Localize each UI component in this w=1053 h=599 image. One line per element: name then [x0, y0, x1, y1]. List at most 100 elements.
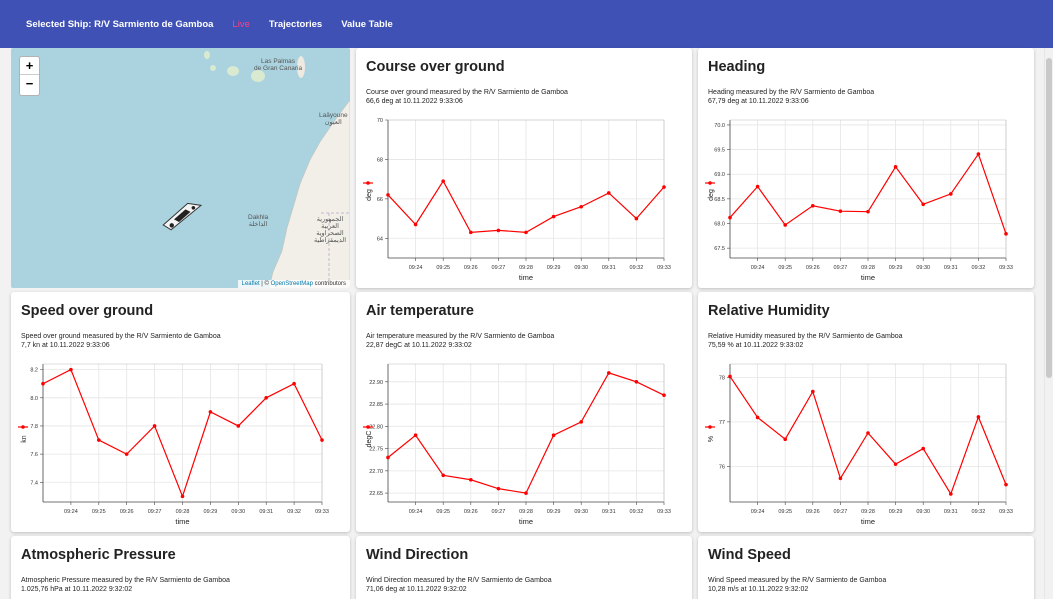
x-tick-label: 09:26	[464, 509, 478, 515]
data-point	[976, 415, 981, 419]
data-point	[441, 473, 445, 478]
x-tick-label: 09:24	[751, 509, 765, 515]
island-gomera	[210, 65, 216, 71]
data-point	[469, 230, 473, 235]
y-tick-label: 22.90	[369, 380, 383, 386]
chart-heading: 09:24 09:25 09:26 09:27 09:28 09:29 09:30 09:31…	[705, 119, 1013, 282]
data-point	[662, 393, 666, 397]
zoom-in-button[interactable]: +	[20, 57, 39, 75]
chart-speed-over-ground: 09:24 09:25 09:26 09:27 09:28 09:29 09:30 09:31…	[18, 363, 329, 526]
y-tick-label: 69.5	[714, 148, 725, 154]
y-axis-label: deg	[366, 189, 373, 201]
x-tick-label: 09:25	[436, 265, 450, 271]
nav-trajectories[interactable]: Trajectories	[269, 19, 322, 30]
data-point	[152, 424, 157, 428]
scrollbar-thumb[interactable]	[1046, 58, 1052, 378]
ship-map[interactable]: Las Palmas de Gran Canaria Laâyoune العيون…	[11, 48, 350, 288]
y-tick-label: 66	[377, 197, 383, 203]
x-tick-label: 09:28	[519, 509, 533, 515]
x-tick-label: 09:24	[409, 265, 423, 271]
y-tick-label: 22.70	[369, 469, 383, 475]
data-point	[292, 381, 296, 386]
data-point	[838, 476, 843, 481]
card-description: Wind Speed measured by the R/V Sarmiento…	[708, 577, 887, 593]
island-tenerife	[227, 66, 239, 76]
x-tick-label: 09:30	[916, 265, 930, 271]
y-tick-label: 7.4	[30, 480, 38, 486]
x-tick-label: 09:29	[889, 265, 903, 271]
x-tick-label: 09:30	[916, 509, 930, 515]
leaflet-link[interactable]: Leaflet	[242, 281, 260, 287]
y-tick-label: 77	[719, 420, 725, 426]
card-wind-direction: Wind Direction Wind Direction measured b…	[356, 536, 692, 599]
x-tick-label: 09:33	[657, 509, 671, 515]
x-tick-label: 09:31	[944, 265, 958, 271]
data-point	[811, 203, 815, 208]
data-point	[180, 494, 185, 499]
x-tick-label: 09:32	[287, 509, 301, 515]
card-heading: Heading Heading measured by the R/V Sarm…	[698, 48, 1034, 288]
osm-link[interactable]: OpenStreetMap	[271, 281, 313, 287]
nav-live[interactable]: Live	[232, 19, 249, 30]
x-tick-label: 09:28	[519, 265, 533, 271]
data-point	[579, 204, 583, 209]
x-tick-label: 09:26	[120, 509, 134, 515]
data-point	[69, 367, 73, 372]
data-point	[1004, 482, 1008, 487]
selected-ship-link[interactable]: Selected Ship: R/V Sarmiento de Gamboa	[26, 19, 213, 30]
data-point	[783, 437, 787, 442]
y-tick-label: 7.6	[30, 452, 38, 458]
data-point	[728, 215, 732, 220]
data-point	[728, 374, 732, 379]
data-point	[893, 165, 898, 169]
x-tick-label: 09:27	[492, 265, 506, 271]
data-point	[1004, 232, 1008, 236]
data-point	[496, 486, 501, 491]
x-tick-label: 09:33	[657, 265, 671, 271]
x-tick-label: 09:24	[64, 509, 78, 515]
data-point	[755, 184, 760, 189]
y-tick-label: 67.5	[714, 246, 725, 252]
mainland	[268, 48, 350, 288]
y-tick-label: 76	[719, 464, 725, 470]
y-tick-label: 8.0	[30, 396, 38, 402]
x-tick-label: 09:27	[834, 509, 848, 515]
x-tick-label: 09:30	[231, 509, 245, 515]
data-point	[634, 216, 639, 221]
x-tick-label: 09:25	[436, 509, 450, 515]
y-tick-label: 7.8	[30, 424, 38, 430]
data-point	[755, 415, 760, 420]
x-tick-label: 09:24	[751, 265, 765, 271]
page-scrollbar[interactable]	[1044, 48, 1053, 599]
legend-marker	[21, 425, 25, 429]
data-point	[921, 446, 925, 451]
nav-menu: Selected Ship: R/V Sarmiento de Gamboa L…	[26, 19, 412, 30]
x-tick-label: 09:32	[630, 509, 644, 515]
y-tick-label: 69.0	[714, 172, 725, 178]
zoom-out-button[interactable]: −	[20, 75, 39, 93]
data-point	[386, 193, 390, 197]
x-tick-label: 09:29	[889, 509, 903, 515]
data-point	[579, 420, 583, 424]
data-point	[921, 202, 925, 207]
y-tick-label: 78	[719, 375, 725, 381]
ship-icon	[162, 202, 203, 231]
x-tick-label: 09:26	[806, 509, 820, 515]
legend-marker	[366, 181, 370, 185]
data-point	[124, 452, 129, 456]
data-point	[662, 185, 666, 189]
y-tick-label: 70.0	[714, 123, 725, 129]
data-point	[469, 477, 473, 482]
card-title: Wind Speed	[708, 547, 791, 563]
x-tick-label: 09:24	[409, 509, 423, 515]
data-point	[607, 191, 611, 195]
x-tick-label: 09:28	[176, 509, 190, 515]
y-axis-label: degC	[366, 431, 373, 448]
x-tick-label: 09:31	[602, 509, 616, 515]
x-tick-label: 09:33	[999, 509, 1013, 515]
nav-value-table[interactable]: Value Table	[341, 19, 393, 30]
y-tick-label: 64	[377, 236, 383, 242]
data-point	[320, 438, 324, 442]
data-point	[866, 431, 870, 435]
data-point	[41, 381, 45, 386]
